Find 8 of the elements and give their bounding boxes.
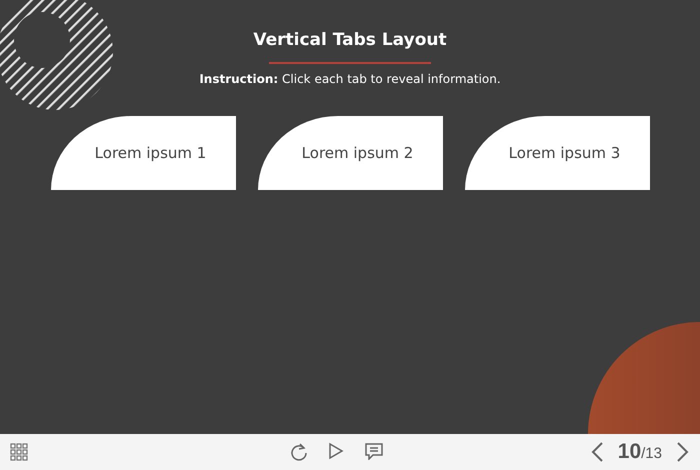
- tab-button[interactable]: Lorem ipsum 3: [465, 116, 650, 190]
- tab-button[interactable]: Lorem ipsum 2: [258, 116, 443, 190]
- current-page-number: 10: [618, 440, 642, 464]
- tab-button[interactable]: Lorem ipsum 1: [51, 116, 236, 190]
- menu-grid-icon[interactable]: [8, 441, 30, 463]
- instruction-text: Instruction: Click each tab to reveal information.: [199, 72, 501, 86]
- total-pages: /13: [641, 445, 662, 462]
- slide-title: Vertical Tabs Layout: [253, 30, 447, 50]
